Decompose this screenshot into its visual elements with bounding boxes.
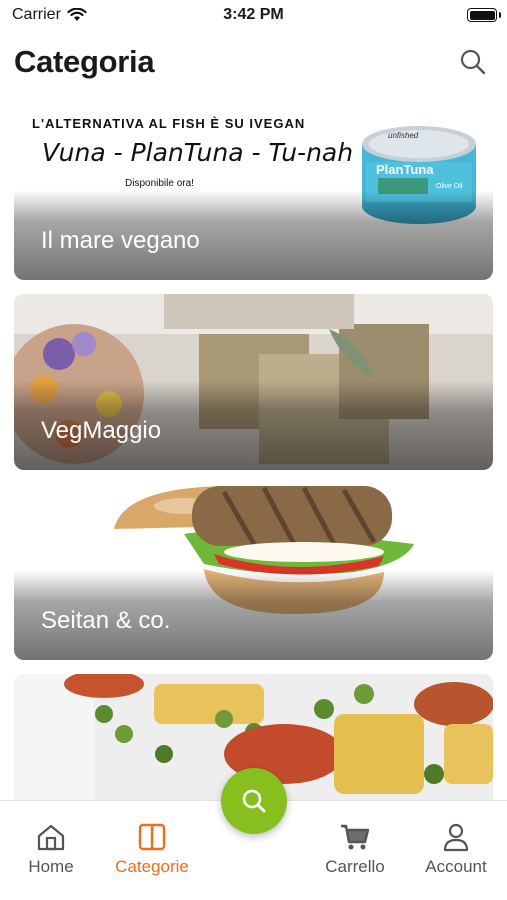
battery-icon	[467, 8, 497, 22]
svg-text:unfished: unfished	[388, 131, 419, 140]
category-label: Il mare vegano	[41, 227, 200, 254]
promo-headline: L'ALTERNATIVA AL FISH È SU IVEGAN	[32, 116, 306, 131]
promo-products: Vuna - PlanTuna - Tu-nah	[42, 138, 354, 167]
category-label: Seitan & co.	[41, 607, 171, 634]
tab-label: Carrello	[325, 857, 385, 876]
floating-search-button[interactable]	[221, 768, 287, 834]
category-card-seitan[interactable]: Seitan & co.	[14, 484, 493, 660]
promo-availability: Disponibile ora!	[125, 178, 194, 189]
tab-account[interactable]: Account	[406, 821, 506, 877]
svg-text:Olive Oil: Olive Oil	[436, 183, 463, 190]
category-card-vegmaggio[interactable]: VegMaggio	[14, 294, 493, 470]
status-bar: Carrier 3:42 PM	[0, 0, 507, 32]
tab-categorie[interactable]: Categorie	[102, 821, 202, 877]
tab-label: Home	[28, 857, 74, 876]
category-label: VegMaggio	[41, 417, 162, 444]
home-icon	[36, 821, 66, 853]
status-time: 3:42 PM	[223, 6, 284, 23]
tab-home[interactable]: Home	[1, 821, 101, 877]
tab-label: Categorie	[115, 857, 189, 876]
search-icon	[460, 49, 486, 75]
tab-label: Account	[425, 857, 487, 876]
category-card-mare-vegano[interactable]: L'ALTERNATIVA AL FISH È SU IVEGAN Vuna -…	[14, 104, 493, 280]
page-title: Categoria	[14, 44, 155, 79]
account-icon	[441, 821, 471, 853]
cart-icon	[339, 821, 371, 853]
header-search-button[interactable]	[457, 46, 489, 78]
search-icon	[242, 789, 266, 813]
categories-icon	[137, 821, 167, 853]
svg-text:PlanTuna: PlanTuna	[376, 162, 434, 177]
header: Categoria	[0, 40, 507, 88]
tab-carrello[interactable]: Carrello	[305, 821, 405, 877]
